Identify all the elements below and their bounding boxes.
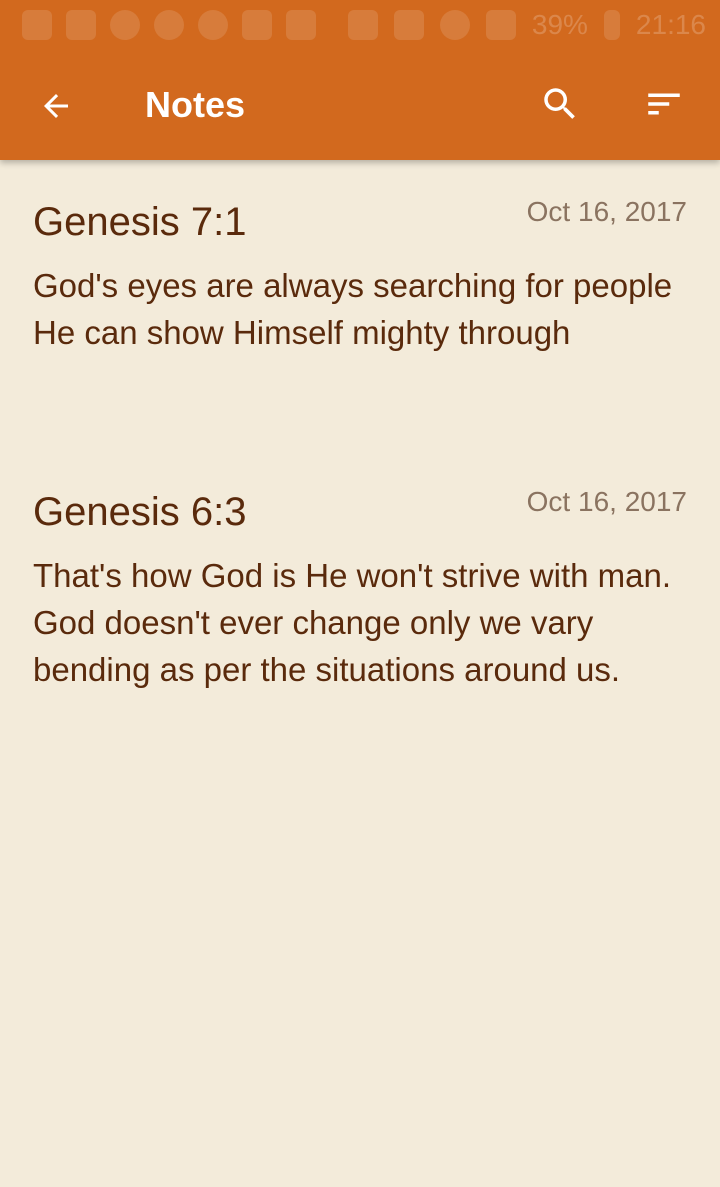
dropbox-icon — [22, 10, 52, 40]
notification-icons — [0, 10, 316, 40]
sort-button[interactable] — [634, 74, 694, 134]
back-button[interactable] — [26, 78, 86, 134]
wifi-icon — [439, 10, 470, 40]
puzzle-icon — [154, 10, 184, 40]
note-item[interactable]: Genesis 7:1 Oct 16, 2017 God's eyes are … — [0, 160, 720, 450]
podcast-icon — [110, 10, 140, 40]
book-icon — [242, 10, 272, 40]
note-date: Oct 16, 2017 — [526, 486, 687, 517]
note-body: That's how God is He won't strive with m… — [33, 557, 672, 688]
system-icons: 39% 21:16 — [347, 0, 706, 50]
nfc-icon — [347, 10, 378, 40]
app-bar: 39% 21:16 Notes — [0, 0, 720, 160]
search-icon — [544, 88, 575, 119]
search-button[interactable] — [530, 74, 590, 134]
battery-percent: 39% — [531, 9, 588, 40]
arrow-back-icon — [44, 94, 68, 118]
notes-list: Genesis 7:1 Oct 16, 2017 God's eyes are … — [0, 160, 720, 740]
at-icon — [198, 10, 228, 40]
toolbar: Notes — [0, 50, 720, 160]
book-icon — [66, 10, 96, 40]
battery-icon — [603, 10, 620, 40]
mute-icon — [393, 10, 424, 40]
clock: 21:16 — [635, 9, 706, 40]
page-title: Notes — [145, 84, 246, 125]
status-bar: 39% 21:16 — [0, 0, 720, 50]
quote-icon — [286, 10, 316, 40]
sort-icon — [648, 93, 680, 115]
note-body: God's eyes are always searching for peop… — [33, 267, 673, 351]
note-item[interactable]: Genesis 6:3 Oct 16, 2017 That's how God … — [0, 450, 720, 740]
sim-icon — [485, 10, 516, 40]
note-date: Oct 16, 2017 — [526, 196, 687, 227]
